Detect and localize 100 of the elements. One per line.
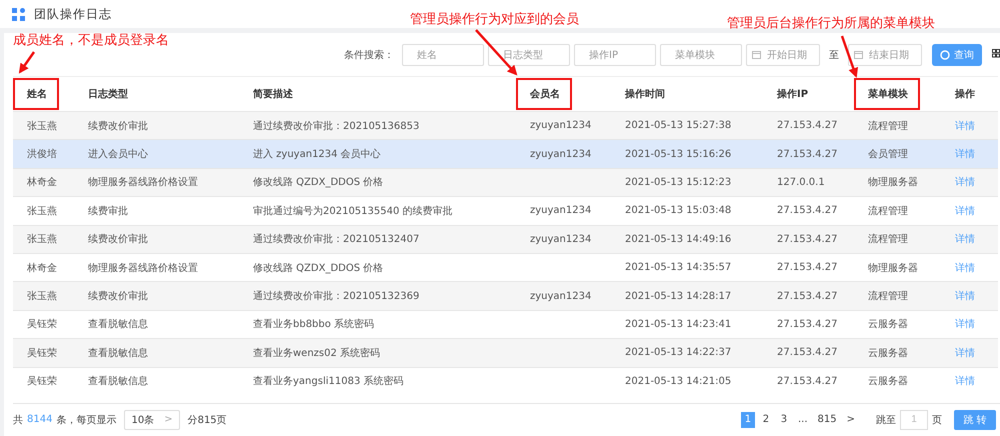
table-cell: 续费审批 xyxy=(88,206,128,217)
table-cell: 物理服务器 xyxy=(868,262,918,274)
table-cell: 物理服务器 xyxy=(868,177,918,188)
table-cell: 林奇金 xyxy=(27,177,57,188)
table-cell: 查看脱敏信息 xyxy=(88,376,148,388)
table-cell: 吴钰荣 xyxy=(27,348,57,359)
table-cell: 27.153.4.27 xyxy=(777,347,838,358)
table-cell: 27.153.4.27 xyxy=(777,318,838,330)
table-cell: 查看业务bb8bbo 系统密码 xyxy=(253,319,374,330)
table-cell: 27.153.4.27 xyxy=(777,120,838,132)
table-cell: 续费改价审批 xyxy=(88,291,148,302)
table-cell: 27.153.4.27 xyxy=(777,205,838,216)
table-cell: zyuyan1234 xyxy=(530,120,592,132)
table-row[interactable]: 张玉燕 续费改价审批 通过续费改价审批：202105136853 zyuyan1234 2021-05-13 15:27:38 27.153.4.27 流程管理 详情 xyxy=(13,112,998,140)
column-header: 日志类型 xyxy=(87,88,129,102)
grid-icon xyxy=(12,8,26,20)
table-cell: 27.153.4.27 xyxy=(777,262,838,274)
table-cell: 查看业务wenzs02 系统密码 xyxy=(253,348,380,359)
table-cell: 张玉燕 xyxy=(27,120,57,132)
calendar-icon xyxy=(854,50,863,59)
table-row[interactable]: 张玉燕 续费改价审批 通过续费改价审批：202105132369 zyuyan1234 2021-05-13 14:28:17 27.153.4.27 流程管理 详情 xyxy=(13,282,998,310)
table-row[interactable]: 吴钰荣 查看脱敏信息 查看业务bb8bbo 系统密码 2021-05-13 14:23:41 27.153.4.27 云服务器 详情 xyxy=(13,310,998,339)
search-field[interactable]: 操作IP xyxy=(574,44,656,66)
table-cell: 27.153.4.27 xyxy=(777,234,838,245)
table-cell: 审批通过编号为202105135540 的续费审批 xyxy=(253,206,453,217)
table-cell: 张玉燕 xyxy=(27,234,57,246)
table-cell: zyuyan1234 xyxy=(530,205,592,216)
table-cell: 2021-05-13 15:16:26 xyxy=(625,148,732,160)
page-count: 分815页 xyxy=(188,414,227,427)
column-header: 操作时间 xyxy=(624,88,666,102)
page-unit-label: 页 xyxy=(932,414,942,427)
search-field[interactable]: 日志类型 xyxy=(488,44,570,66)
column-header: 会员名 xyxy=(516,78,572,110)
search-label: 条件搜索： xyxy=(344,48,394,62)
table-cell: 洪俊培 xyxy=(27,149,57,160)
table-cell: 流程管理 xyxy=(868,234,908,246)
table-row[interactable]: 吴钰荣 查看脱敏信息 查看业务wenzs02 系统密码 2021-05-13 14:22:37 27.153.4.27 云服务器 详情 xyxy=(13,338,998,368)
table-cell: 张玉燕 xyxy=(27,206,57,217)
annotation-text: 管理员后台操作行为所属的菜单模块 xyxy=(727,15,935,32)
page-size-select[interactable]: 10条 > xyxy=(124,410,180,430)
table-cell: 27.153.4.27 xyxy=(777,290,838,302)
table-cell: 流程管理 xyxy=(868,206,908,217)
table-cell: 查看业务yangsli11083 系统密码 xyxy=(253,376,404,388)
table-cell: 进入会员中心 xyxy=(88,149,148,160)
table-cell: 2021-05-13 15:12:23 xyxy=(625,176,732,188)
table-cell: 吴钰荣 xyxy=(27,376,57,388)
table-cell: 通过续费改价审批：202105132407 xyxy=(253,234,420,246)
table-row[interactable]: 洪俊培 进入会员中心 进入 zyuyan1234 会员中心 zyuyan1234 2021-05-13 15:16:26 27.153.4.27 会员管理 详情 xyxy=(13,140,998,168)
next-page-button[interactable]: > xyxy=(844,412,858,428)
table-cell: 查看脱敏信息 xyxy=(88,319,148,330)
table-cell: 127.0.0.1 xyxy=(777,176,825,188)
table-row[interactable]: 张玉燕 续费改价审批 通过续费改价审批：202105132407 zyuyan1234 2021-05-13 14:49:16 27.153.4.27 流程管理 详情 xyxy=(13,225,998,254)
table-cell: 续费改价审批 xyxy=(88,120,148,132)
table-cell: 续费改价审批 xyxy=(88,234,148,246)
table-row[interactable]: 张玉燕 续费审批 审批通过编号为202105135540 的续费审批 zyuyan1234 2021-05-13 15:03:48 27.153.4.27 流程管理 详情 xyxy=(13,196,998,226)
table-cell: 2021-05-13 15:27:38 xyxy=(625,120,732,132)
table-cell: 27.153.4.27 xyxy=(777,148,838,160)
search-field[interactable]: 姓名 xyxy=(402,44,484,66)
table-cell: 修改线路 QZDX_DDOS 价格 xyxy=(253,177,384,188)
table-cell: 云服务器 xyxy=(868,319,908,330)
table-row[interactable]: 林奇金 物理服务器线路价格设置 修改线路 QZDX_DDOS 价格 2021-05-13 15:12:23 127.0.0.1 物理服务器 详情 xyxy=(13,168,998,197)
table-cell: 云服务器 xyxy=(868,348,908,359)
total-count: 8144 xyxy=(27,414,52,426)
table-cell: zyuyan1234 xyxy=(530,290,592,302)
table-cell: 27.153.4.27 xyxy=(777,376,838,387)
table-cell: 2021-05-13 14:35:57 xyxy=(625,262,732,274)
table-row[interactable]: 林奇金 物理服务器线路价格设置 修改线路 QZDX_DDOS 价格 2021-05-13 14:35:57 27.153.4.27 物理服务器 详情 xyxy=(13,253,998,282)
jump-label: 跳至 xyxy=(876,414,896,427)
table-cell: 云服务器 xyxy=(868,376,908,388)
page-button[interactable]: 3 xyxy=(776,412,791,428)
table-cell: zyuyan1234 xyxy=(530,148,592,160)
table-cell: 修改线路 QZDX_DDOS 价格 xyxy=(253,262,384,274)
table-cell: 2021-05-13 15:03:48 xyxy=(625,205,732,216)
table-cell: 2021-05-13 14:49:16 xyxy=(625,234,732,245)
annotation-arrow xyxy=(18,51,36,74)
table-cell: 流程管理 xyxy=(868,291,908,302)
date-field[interactable]: 结束日期 xyxy=(848,44,922,66)
column-header: 姓名 xyxy=(13,78,59,110)
table-cell: 物理服务器线路价格设置 xyxy=(88,262,198,274)
table-cell: 林奇金 xyxy=(27,262,57,274)
search-field[interactable]: 菜单模块 xyxy=(660,44,742,66)
total-label: 条，每页显示 xyxy=(56,414,116,427)
column-header: 菜单模块 xyxy=(854,78,920,110)
total-label: 共 xyxy=(13,414,23,427)
page-button[interactable]: 2 xyxy=(758,412,773,428)
calendar-icon xyxy=(752,50,761,59)
page-button[interactable]: ... xyxy=(794,412,811,428)
page-button[interactable]: 815 xyxy=(814,412,840,428)
table-cell: 通过续费改价审批：202105136853 xyxy=(253,120,420,132)
table-cell: 张玉燕 xyxy=(27,291,57,302)
table-cell: 2021-05-13 14:28:17 xyxy=(625,290,732,302)
annotation-text: 成员姓名，不是成员登录名 xyxy=(13,32,169,49)
column-header: 简要描述 xyxy=(252,88,294,102)
table-cell: zyuyan1234 xyxy=(530,234,592,245)
table-cell: 2021-05-13 14:23:41 xyxy=(625,318,732,330)
table-cell: 流程管理 xyxy=(868,120,908,132)
table-cell: 2021-05-13 14:22:37 xyxy=(625,347,732,358)
annotation-text: 管理员操作行为对应到的会员 xyxy=(410,11,579,28)
column-header: 操作IP xyxy=(776,88,810,102)
date-field[interactable]: 开始日期 xyxy=(746,44,820,66)
